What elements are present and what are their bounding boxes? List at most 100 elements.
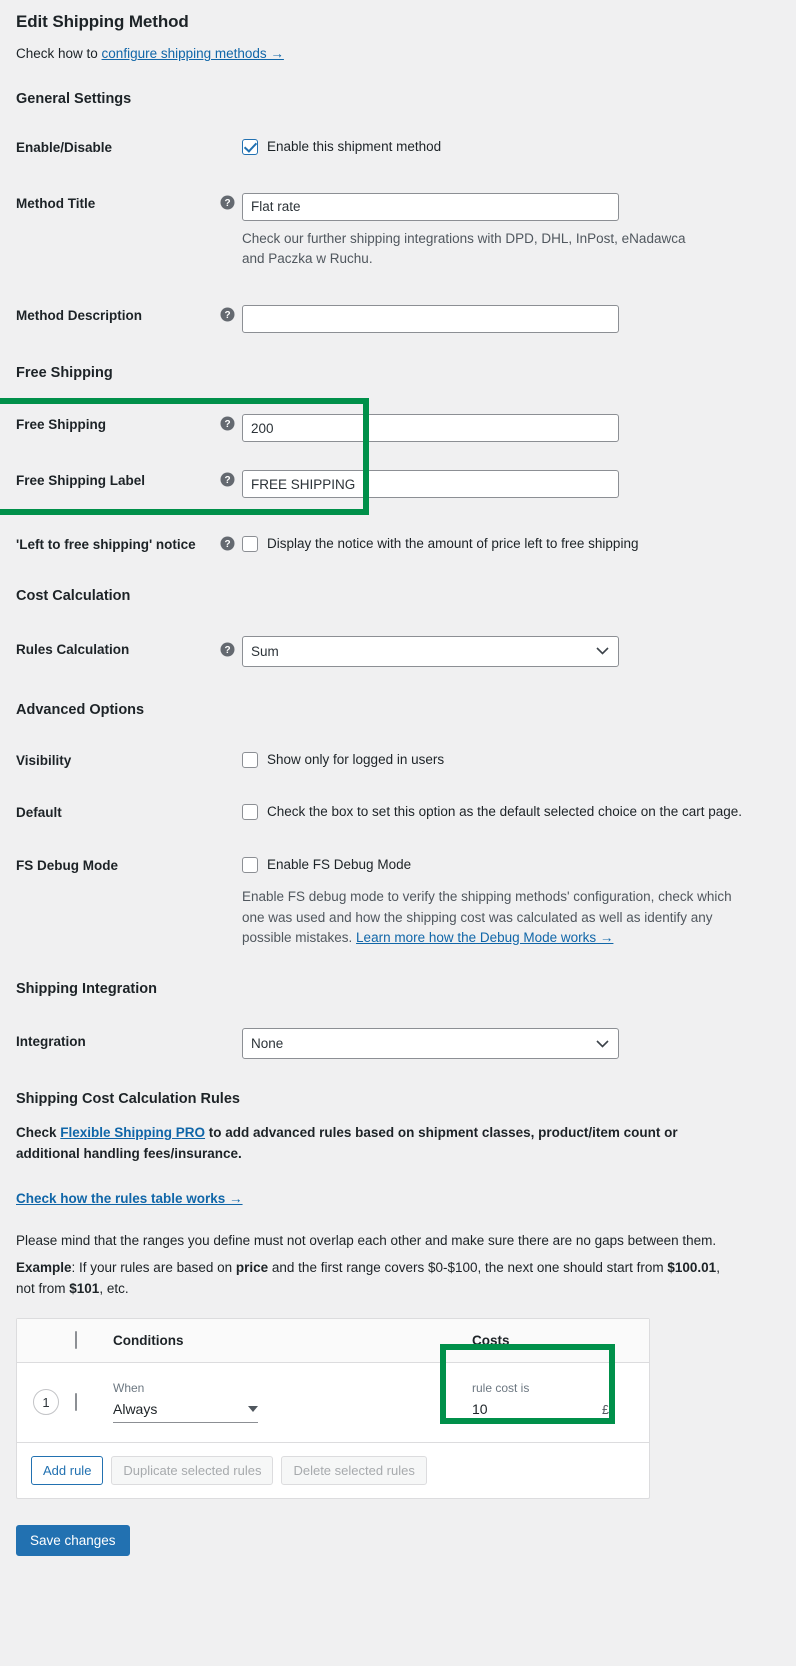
rules-calculation-label: Rules Calculation — [16, 641, 130, 657]
method-title-help-icon[interactable]: ? — [220, 193, 242, 210]
rules-table-works-link[interactable]: Check how the rules table works → — [16, 1191, 243, 1206]
left-to-free-notice-checkbox[interactable] — [242, 536, 258, 553]
integration-label: Integration — [16, 1034, 86, 1050]
edit-shipping-method-page: Edit Shipping Method Check how to config… — [0, 0, 796, 1576]
debug-mode-learn-more-link[interactable]: Learn more how the Debug Mode works → — [356, 930, 613, 945]
subline-prefix: Check how to — [16, 46, 102, 61]
left-to-free-notice-checkbox-label: Display the notice with the amount of pr… — [267, 536, 639, 552]
rule-cost-label: rule cost is — [472, 1381, 530, 1396]
field-row-free-shipping-label: Free Shipping Label ? — [16, 470, 780, 499]
example-label: Example — [16, 1259, 72, 1275]
example-part1: : If your rules are based on — [71, 1259, 236, 1275]
method-description-label: Method Description — [16, 308, 143, 324]
example-bold3: $101 — [69, 1280, 100, 1296]
rules-calculation-select[interactable]: Sum — [242, 635, 619, 667]
duplicate-selected-rules-button: Duplicate selected rules — [111, 1455, 274, 1485]
help-icon-spacer — [220, 137, 242, 139]
rule-cost-cell: rule cost is 10 £ — [472, 1381, 649, 1424]
flexible-shipping-pro-link[interactable]: Flexible Shipping PRO — [60, 1125, 205, 1140]
left-to-free-notice-help-icon[interactable]: ? — [220, 534, 242, 551]
rule-number-badge: 1 — [33, 1389, 59, 1416]
conditions-column-header: Conditions — [113, 1332, 184, 1348]
section-shipping-cost-calculation-rules: Shipping Cost Calculation Rules — [16, 1091, 240, 1108]
default-label: Default — [16, 805, 62, 821]
free-shipping-help-icon[interactable]: ? — [220, 414, 242, 431]
visibility-checkbox-label: Show only for logged in users — [267, 751, 445, 767]
rule-cost-input[interactable]: 10 £ — [472, 1401, 609, 1424]
enable-shipment-checkbox[interactable] — [242, 139, 258, 155]
example-part4: , etc. — [99, 1280, 129, 1296]
rule-conditions-cell: When Always — [113, 1381, 472, 1424]
page-title: Edit Shipping Method — [16, 12, 189, 31]
method-title-label: Method Title — [16, 195, 96, 211]
when-condition-value: Always — [113, 1401, 158, 1418]
rules-calculation-help-icon[interactable]: ? — [220, 636, 242, 657]
default-help-spacer — [220, 802, 242, 804]
when-condition-select[interactable]: Always — [113, 1401, 258, 1424]
svg-text:?: ? — [224, 645, 230, 656]
pro-upsell-prefix: Check — [16, 1125, 61, 1141]
svg-text:?: ? — [224, 419, 230, 430]
field-row-enable-disable: Enable/Disable Enable this shipment meth… — [16, 137, 780, 157]
currency-symbol: £ — [602, 1403, 609, 1418]
default-checkbox[interactable] — [242, 804, 258, 821]
field-row-visibility: Visibility Show only for logged in users — [16, 750, 780, 770]
fs-debug-help-spacer — [220, 855, 242, 857]
fs-debug-mode-description: Enable FS debug mode to verify the shipp… — [242, 887, 742, 948]
rule-select-checkbox[interactable] — [75, 1393, 77, 1412]
method-description-help-icon[interactable]: ? — [220, 305, 242, 322]
free-shipping-label-help-icon[interactable]: ? — [220, 470, 242, 487]
field-row-method-description: Method Description ? — [16, 305, 780, 334]
default-row[interactable]: Check the box to set this option as the … — [242, 802, 780, 822]
field-row-method-title: Method Title ? Check our further shippin… — [16, 192, 780, 270]
ranges-note-text: Please mind that the ranges you define m… — [16, 1232, 717, 1248]
fs-debug-mode-row[interactable]: Enable FS Debug Mode — [242, 855, 780, 875]
fs-debug-mode-checkbox[interactable] — [242, 856, 258, 873]
pro-upsell-paragraph: Check Flexible Shipping PRO to add advan… — [16, 1123, 738, 1165]
field-row-free-shipping: Free Shipping ? — [16, 414, 780, 443]
integration-select[interactable]: None — [242, 1028, 619, 1060]
svg-text:?: ? — [224, 198, 230, 209]
integration-help-spacer — [220, 1028, 242, 1030]
rules-table-header: Conditions Costs — [17, 1318, 649, 1363]
left-to-free-notice-row[interactable]: Display the notice with the amount of pr… — [242, 534, 780, 554]
fs-debug-mode-label: FS Debug Mode — [16, 857, 118, 873]
table-row: 1 When Always rule cost is 10 £ — [17, 1363, 649, 1443]
save-changes-button[interactable]: Save changes — [16, 1524, 130, 1556]
section-shipping-integration: Shipping Integration — [16, 981, 157, 998]
method-title-input[interactable] — [242, 192, 619, 221]
costs-column-header: Costs — [472, 1332, 510, 1348]
default-checkbox-label: Check the box to set this option as the … — [267, 804, 743, 820]
when-label: When — [113, 1381, 145, 1396]
enable-shipment-checkbox-label: Enable this shipment method — [267, 139, 442, 154]
free-shipping-label-input[interactable] — [242, 470, 619, 499]
enable-this-shipment-method-row[interactable]: Enable this shipment method — [242, 137, 780, 157]
example-part2: and the first range covers $0-$100, the … — [268, 1259, 668, 1275]
svg-text:?: ? — [224, 310, 230, 321]
add-rule-button[interactable]: Add rule — [31, 1455, 104, 1485]
example-bold2: $100.01 — [667, 1259, 717, 1275]
section-cost-calculation: Cost Calculation — [16, 587, 131, 604]
method-title-description: Check our further shipping integrations … — [242, 230, 686, 266]
fs-debug-mode-checkbox-label: Enable FS Debug Mode — [267, 856, 412, 872]
visibility-row[interactable]: Show only for logged in users — [242, 750, 780, 770]
svg-text:?: ? — [224, 475, 230, 486]
select-all-rules-checkbox[interactable] — [75, 1331, 77, 1350]
rule-number-cell: 1 — [17, 1389, 75, 1416]
free-shipping-input[interactable] — [242, 414, 619, 443]
visibility-label: Visibility — [16, 752, 72, 768]
visibility-help-spacer — [220, 750, 242, 752]
select-all-cell[interactable] — [75, 1331, 113, 1350]
visibility-checkbox[interactable] — [242, 751, 258, 768]
field-row-fs-debug-mode: FS Debug Mode Enable FS Debug Mode Enabl… — [16, 855, 780, 948]
section-free-shipping: Free Shipping — [16, 365, 113, 382]
method-description-input[interactable] — [242, 305, 619, 334]
left-to-free-shipping-notice-label: 'Left to free shipping' notice — [16, 537, 196, 553]
rules-table-footer: Add rule Duplicate selected rules Delete… — [17, 1443, 649, 1498]
field-row-left-to-free-notice: 'Left to free shipping' notice ? Display… — [16, 534, 780, 554]
field-row-rules-calculation: Rules Calculation ? Sum — [16, 635, 780, 667]
configure-shipping-subline: Check how to configure shipping methods … — [16, 46, 780, 61]
rule-select-cell[interactable] — [75, 1393, 113, 1412]
configure-shipping-methods-link[interactable]: configure shipping methods → — [102, 46, 284, 61]
rules-table: Conditions Costs 1 When Always rule cost… — [16, 1317, 650, 1499]
